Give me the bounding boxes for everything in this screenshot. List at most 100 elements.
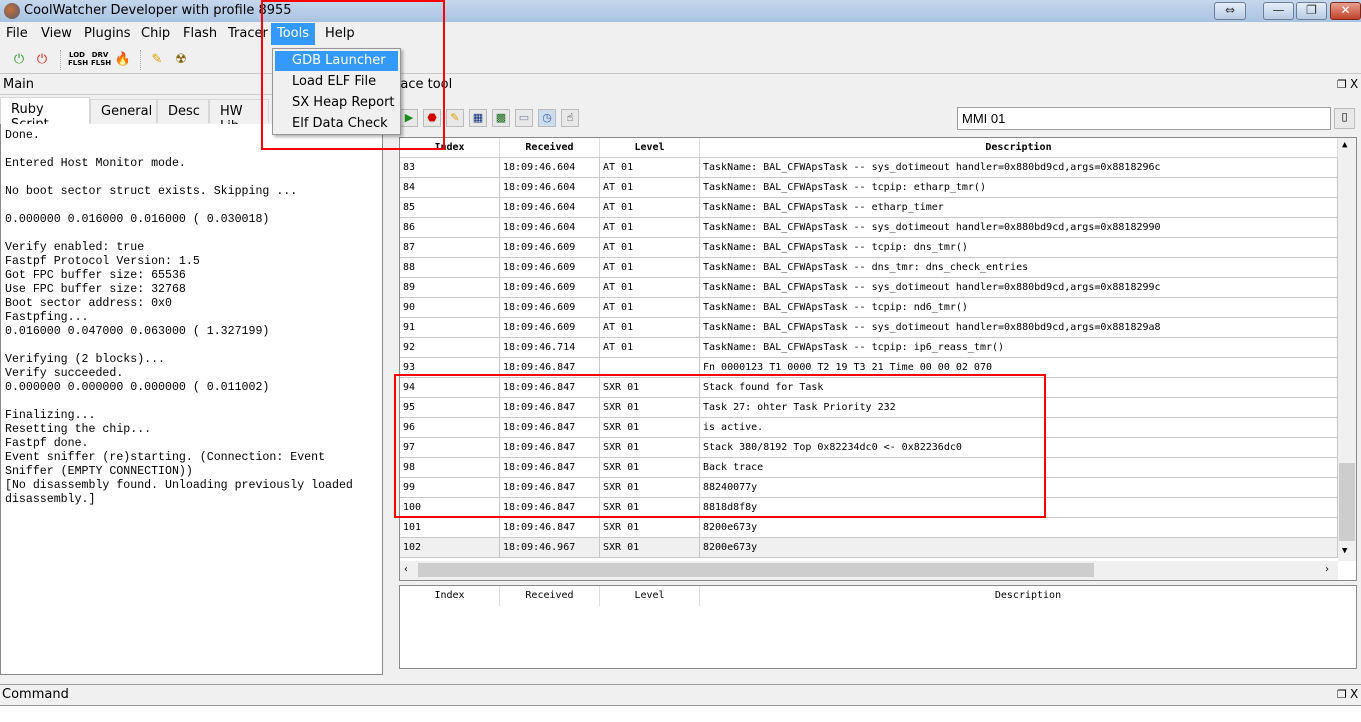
cell-level: AT 01	[600, 318, 700, 338]
close-panel-icon[interactable]: X	[1350, 77, 1358, 91]
table-row[interactable]: 86 18:09:46.604 AT 01 TaskName: BAL_CFWApsT…	[400, 218, 1338, 238]
trace-filter-input[interactable]	[957, 107, 1331, 130]
main-panel-title: Main	[3, 77, 35, 92]
cell-received: 18:09:46.609	[500, 298, 600, 318]
cell-received: 18:09:46.967	[500, 538, 600, 558]
float-icon[interactable]: ❐	[1337, 688, 1347, 701]
close-button[interactable]: ✕	[1330, 2, 1361, 20]
tab-hw-lib[interactable]: HW Lib	[209, 99, 269, 134]
swap-button[interactable]: ⇔	[1214, 2, 1246, 20]
table-row[interactable]: 87 18:09:46.609 AT 01 TaskName: BAL_CFWApsT…	[400, 238, 1338, 258]
drv-flash-icon[interactable]: DRV FLSH	[91, 51, 111, 69]
trace-detail-table: Index Received Level Description	[399, 585, 1357, 669]
cell-index: 86	[400, 218, 500, 238]
menu-file[interactable]: File	[3, 26, 31, 41]
annotation-box-rows	[394, 374, 1046, 518]
grid-icon[interactable]: ▦	[469, 109, 487, 127]
table-row[interactable]: 85 18:09:46.604 AT 01 TaskName: BAL_CFWApsT…	[400, 198, 1338, 218]
cell-index: 92	[400, 338, 500, 358]
float-icon[interactable]: ❐	[1337, 78, 1347, 91]
clock-icon[interactable]: ◷	[538, 109, 556, 127]
cell-index: 85	[400, 198, 500, 218]
save-icon[interactable]: ▭	[515, 109, 533, 127]
menu-bar: File View Plugins Chip Flash Tracer Tool…	[0, 23, 1361, 45]
cell-description: TaskName: BAL_CFWApsTask -- tcpip: ip6_r…	[700, 338, 1338, 358]
filter-options-icon[interactable]: ▯	[1334, 108, 1355, 129]
cell-received: 18:09:46.604	[500, 178, 600, 198]
cell-level: AT 01	[600, 158, 700, 178]
cell-description: TaskName: BAL_CFWApsTask -- etharp_timer	[700, 198, 1338, 218]
column-header-index[interactable]: Index	[400, 586, 500, 606]
cell-received: 18:09:46.847	[500, 518, 600, 538]
table-row[interactable]: 88 18:09:46.609 AT 01 TaskName: BAL_CFWApsT…	[400, 258, 1338, 278]
menu-chip[interactable]: Chip	[138, 26, 173, 41]
column-header-description[interactable]: Description	[700, 138, 1338, 158]
load-flash-icon[interactable]: LOD FLSH	[68, 51, 88, 69]
scroll-down-icon[interactable]: ▼	[1342, 546, 1347, 556]
scroll-left-icon[interactable]: ‹	[403, 564, 409, 575]
brush-icon[interactable]: ✎	[148, 51, 166, 69]
vertical-scrollbar[interactable]: ▲ ▼	[1338, 138, 1356, 561]
menu-flash[interactable]: Flash	[180, 26, 220, 41]
tab-desc[interactable]: Desc	[157, 99, 209, 123]
radiation-icon[interactable]: ☢	[172, 51, 190, 69]
toolbar-separator	[140, 50, 143, 70]
table-icon[interactable]: ▩	[492, 109, 510, 127]
column-header-received[interactable]: Received	[500, 586, 600, 606]
tab-ruby-script[interactable]: Ruby Script	[0, 97, 90, 132]
cell-received: 18:09:46.609	[500, 278, 600, 298]
column-header-description[interactable]: Description	[700, 586, 1356, 606]
flash-fire-icon[interactable]: 🔥	[114, 51, 132, 69]
table-row[interactable]: 91 18:09:46.609 AT 01 TaskName: BAL_CFWApsT…	[400, 318, 1338, 338]
pointer-icon[interactable]: ☝	[561, 109, 579, 127]
table-row[interactable]: 92 18:09:46.714 AT 01 TaskName: BAL_CFWApsT…	[400, 338, 1338, 358]
table-row[interactable]: 101 18:09:46.847 SXR 01 8200e673y	[400, 518, 1338, 538]
cell-level: AT 01	[600, 338, 700, 358]
cell-description: TaskName: BAL_CFWApsTask -- tcpip: dns_t…	[700, 238, 1338, 258]
clear-icon[interactable]: ✎	[446, 109, 464, 127]
cell-level: AT 01	[600, 258, 700, 278]
tab-general[interactable]: General	[90, 99, 157, 123]
table-row[interactable]: 90 18:09:46.609 AT 01 TaskName: BAL_CFWApsT…	[400, 298, 1338, 318]
cell-description: 8200e673y	[700, 538, 1338, 558]
menu-plugins[interactable]: Plugins	[81, 26, 134, 41]
cell-received: 18:09:46.604	[500, 198, 600, 218]
minimize-button[interactable]: —	[1263, 2, 1294, 20]
cell-index: 89	[400, 278, 500, 298]
cell-received: 18:09:46.609	[500, 238, 600, 258]
cell-description: TaskName: BAL_CFWApsTask -- sys_dotimeou…	[700, 218, 1338, 238]
column-header-received[interactable]: Received	[500, 138, 600, 158]
cell-description: TaskName: BAL_CFWApsTask -- tcpip: ethar…	[700, 178, 1338, 198]
column-header-level[interactable]: Level	[600, 586, 700, 606]
cell-description: 8200e673y	[700, 518, 1338, 538]
menu-view[interactable]: View	[38, 26, 75, 41]
scroll-right-icon[interactable]: ›	[1324, 564, 1330, 575]
column-header-level[interactable]: Level	[600, 138, 700, 158]
vertical-scroll-thumb[interactable]	[1339, 463, 1355, 541]
ruby-console-output[interactable]: Done. Entered Host Monitor mode. No boot…	[0, 124, 383, 675]
toolbar-separator	[60, 50, 63, 70]
cell-description: TaskName: BAL_CFWApsTask -- sys_dotimeou…	[700, 158, 1338, 178]
table-row[interactable]: 84 18:09:46.604 AT 01 TaskName: BAL_CFWApsT…	[400, 178, 1338, 198]
cell-index: 87	[400, 238, 500, 258]
close-panel-icon[interactable]: X	[1350, 687, 1358, 701]
restore-button[interactable]: ❐	[1296, 2, 1327, 20]
table-row[interactable]: 83 18:09:46.604 AT 01 TaskName: BAL_CFWApsT…	[400, 158, 1338, 178]
horizontal-scroll-thumb[interactable]	[418, 563, 1094, 577]
app-icon	[4, 3, 20, 19]
horizontal-scrollbar[interactable]: ‹ ›	[400, 561, 1338, 580]
table-row[interactable]: 89 18:09:46.609 AT 01 TaskName: BAL_CFWApsT…	[400, 278, 1338, 298]
cell-index: 88	[400, 258, 500, 278]
cell-level: AT 01	[600, 298, 700, 318]
table-row[interactable]: 102 18:09:46.967 SXR 01 8200e673y	[400, 538, 1338, 558]
cell-level: AT 01	[600, 278, 700, 298]
cell-received: 18:09:46.714	[500, 338, 600, 358]
cell-index: 90	[400, 298, 500, 318]
command-area[interactable]	[0, 705, 1361, 722]
window-title: CoolWatcher Developer with profile 8955	[24, 3, 292, 18]
scroll-up-icon[interactable]: ▲	[1342, 140, 1347, 150]
command-panel-title: Command	[2, 687, 69, 702]
power-off-icon[interactable]: ⏻	[33, 51, 51, 69]
cell-index: 102	[400, 538, 500, 558]
power-on-icon[interactable]: ⏻	[10, 51, 28, 69]
